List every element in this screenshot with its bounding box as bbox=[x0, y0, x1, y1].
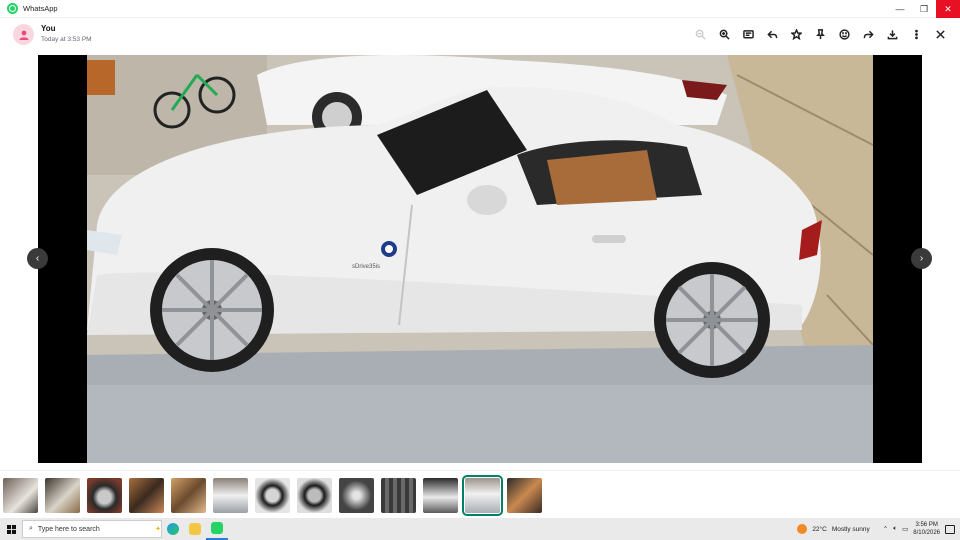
thumbnail[interactable] bbox=[171, 478, 206, 513]
thumbnail-selected[interactable] bbox=[462, 475, 503, 516]
thumbnail[interactable] bbox=[213, 478, 248, 513]
weather-temp[interactable]: 22°C bbox=[812, 526, 827, 533]
zoom-in-button[interactable] bbox=[716, 26, 732, 42]
maximize-button[interactable]: ❐ bbox=[912, 0, 936, 18]
media-viewer: sDrive35is bbox=[38, 55, 922, 463]
sparkle-icon: ✦ bbox=[155, 526, 161, 533]
clock-time: 3:56 PM bbox=[915, 522, 938, 528]
thumbnail-strip bbox=[0, 470, 960, 518]
window-controls: — ❐ ✕ bbox=[888, 0, 960, 18]
window-title: WhatsApp bbox=[23, 4, 58, 13]
thumbnail[interactable] bbox=[255, 478, 290, 513]
pin-icon bbox=[815, 28, 825, 39]
system-tray: 22°C Mostly sunny ⌃ 🔈︎ ▭ 3:56 PM 8/10/20… bbox=[797, 518, 960, 540]
windows-icon bbox=[6, 524, 16, 534]
start-button[interactable] bbox=[0, 518, 22, 540]
taskbar-file-explorer[interactable] bbox=[184, 518, 206, 540]
taskbar: ⌕ Type here to search ✦ 22°C Mostly sunn… bbox=[0, 518, 960, 540]
avatar bbox=[13, 24, 34, 45]
thumbnail[interactable] bbox=[381, 478, 416, 513]
pin-button[interactable] bbox=[812, 26, 828, 42]
clock[interactable]: 3:56 PM 8/10/2026 bbox=[913, 521, 940, 537]
thumbnail[interactable] bbox=[129, 478, 164, 513]
close-viewer-button[interactable] bbox=[932, 26, 948, 42]
forward-icon bbox=[863, 30, 874, 38]
title-bar: WhatsApp — ❐ ✕ bbox=[0, 0, 960, 18]
more-options-button[interactable] bbox=[908, 26, 924, 42]
thumbnail[interactable] bbox=[339, 478, 374, 513]
close-icon bbox=[935, 29, 945, 39]
go-to-message-button[interactable] bbox=[740, 26, 756, 42]
emoji-icon bbox=[838, 28, 850, 40]
react-button[interactable] bbox=[836, 26, 852, 42]
weather-text[interactable]: Mostly sunny bbox=[832, 526, 870, 533]
search-icon: ⌕ bbox=[29, 525, 33, 532]
previous-media-button[interactable]: ‹ bbox=[27, 248, 48, 269]
thumbnail[interactable] bbox=[297, 478, 332, 513]
next-media-button[interactable]: › bbox=[911, 248, 932, 269]
star-button[interactable] bbox=[788, 26, 804, 42]
volume-icon[interactable]: 🔈︎ bbox=[893, 525, 897, 533]
whatsapp-logo-icon bbox=[7, 3, 18, 14]
close-window-button[interactable]: ✕ bbox=[936, 0, 960, 18]
edge-icon bbox=[167, 523, 179, 535]
user-icon bbox=[19, 30, 28, 40]
car-photo: sDrive35is bbox=[87, 55, 873, 463]
reply-button[interactable] bbox=[764, 26, 780, 42]
reply-icon bbox=[766, 30, 777, 38]
chevron-up-icon[interactable]: ⌃ bbox=[883, 525, 888, 533]
notification-icon[interactable] bbox=[945, 524, 955, 534]
star-icon bbox=[790, 28, 802, 40]
model-badge: sDrive35is bbox=[352, 264, 380, 270]
minimize-button[interactable]: — bbox=[888, 0, 912, 18]
thumbnail[interactable] bbox=[507, 478, 542, 513]
message-timestamp: Today at 3:53 PM bbox=[41, 36, 92, 43]
folder-icon bbox=[189, 523, 201, 535]
message-icon bbox=[742, 29, 754, 38]
thumbnail[interactable] bbox=[87, 478, 122, 513]
download-button[interactable] bbox=[884, 26, 900, 42]
thumbnail[interactable] bbox=[423, 478, 458, 513]
taskbar-edge[interactable] bbox=[162, 518, 184, 540]
zoom-out-button[interactable] bbox=[692, 26, 708, 42]
thumbnail[interactable] bbox=[3, 478, 38, 513]
sender-name: You bbox=[41, 24, 56, 33]
more-icon bbox=[914, 29, 918, 39]
forward-button[interactable] bbox=[860, 26, 876, 42]
car-image: sDrive35is bbox=[87, 55, 873, 463]
zoom-out-icon bbox=[695, 29, 706, 40]
zoom-in-icon bbox=[719, 29, 730, 40]
whatsapp-icon bbox=[211, 522, 223, 534]
weather-icon bbox=[797, 524, 808, 534]
thumbnail[interactable] bbox=[45, 478, 80, 513]
viewer-toolbar bbox=[692, 26, 948, 42]
media-viewer-header: You Today at 3:53 PM bbox=[0, 18, 960, 52]
clock-date: 8/10/2026 bbox=[913, 530, 940, 536]
taskbar-search[interactable]: ⌕ Type here to search ✦ bbox=[22, 520, 162, 538]
taskbar-whatsapp[interactable] bbox=[206, 518, 228, 540]
taskbar-search-placeholder: Type here to search bbox=[37, 525, 100, 533]
download-icon bbox=[887, 29, 897, 39]
network-icon[interactable]: ▭ bbox=[902, 525, 908, 533]
